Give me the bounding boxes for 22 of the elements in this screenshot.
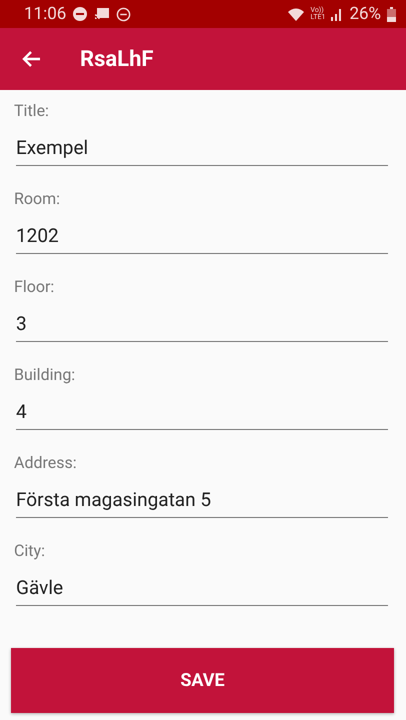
input-field[interactable]: 3	[16, 308, 388, 342]
battery-icon	[387, 6, 396, 22]
input-field[interactable]: 4	[16, 396, 388, 430]
app-title: RsaLhF	[80, 46, 154, 72]
cast-icon	[94, 7, 110, 21]
battery-percent: 26%	[349, 4, 381, 24]
wifi-icon	[286, 7, 305, 21]
input-field[interactable]: Gävle	[16, 572, 388, 606]
save-button[interactable]: SAVE	[11, 648, 394, 713]
field-label: Room:	[14, 188, 62, 210]
notification-icon	[72, 6, 88, 22]
field-label: Floor:	[14, 276, 56, 298]
field-label: Address:	[14, 452, 78, 474]
input-field[interactable]: Exempel	[16, 132, 388, 166]
input-field[interactable]: Första magasingatan 5	[16, 484, 388, 518]
signal-icon	[331, 7, 344, 21]
input-field[interactable]: 1202	[16, 220, 388, 254]
do-not-disturb-icon	[116, 6, 132, 22]
field-label: Title:	[14, 100, 50, 122]
clock: 11:06	[24, 4, 66, 24]
field-label: Building:	[14, 364, 76, 386]
field-label: City:	[14, 540, 46, 562]
